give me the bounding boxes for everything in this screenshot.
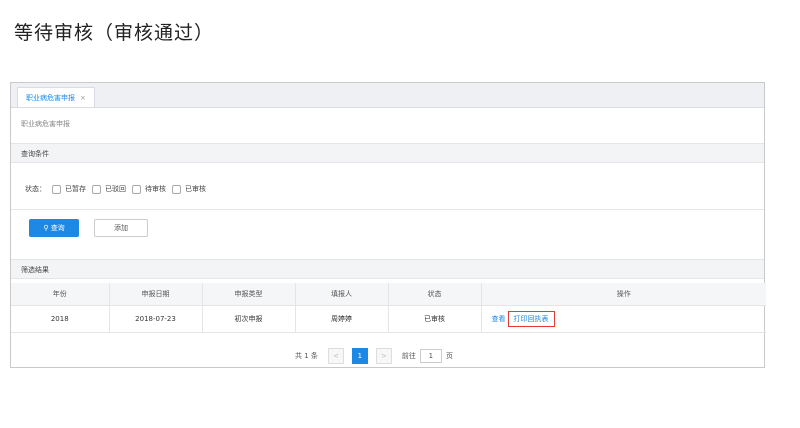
cell-status: 已审核: [388, 305, 482, 333]
option-label-0: 已暂存: [65, 185, 86, 193]
checkbox-option-2[interactable]: [132, 184, 141, 194]
cell-type: 初次申报: [202, 305, 296, 333]
next-page-button[interactable]: >: [375, 348, 392, 364]
divider: [11, 209, 764, 210]
cell-actions: 查看 打印回执表: [481, 305, 766, 333]
print-receipt-highlight: 打印回执表: [507, 311, 555, 327]
column-header-date: 申报日期: [109, 283, 203, 306]
checkbox-option-1[interactable]: [92, 184, 101, 194]
query-button-label: 查询: [50, 224, 65, 232]
current-page[interactable]: 1: [351, 348, 368, 364]
table-row: 2018 2018-07-23 初次申报 周婷婷 已审核 查看 打印回执表: [11, 305, 766, 333]
page-input[interactable]: 1: [419, 349, 442, 363]
page-unit: 页: [445, 352, 453, 360]
results-panel-title: 筛选结果: [11, 259, 764, 279]
cell-date: 2018-07-23: [109, 305, 203, 333]
results-table: 年份 申报日期 申报类型 填报人 状态 操作 2018 2018-07-23 初…: [11, 283, 766, 333]
status-filter: 状态： 已暂存 已驳回 待审核 已审核: [25, 183, 206, 195]
checkbox-option-0[interactable]: [52, 184, 61, 194]
tab-bar: 职业病危害申报 ×: [11, 83, 764, 108]
checkbox-option-3[interactable]: [172, 184, 181, 194]
column-header-actions: 操作: [481, 283, 766, 306]
option-label-3: 已审核: [185, 185, 206, 193]
table-header-row: 年份 申报日期 申报类型 填报人 状态 操作: [11, 283, 766, 306]
prev-page-button[interactable]: <: [327, 348, 344, 364]
cell-filler: 周婷婷: [295, 305, 389, 333]
query-panel-title: 查询条件: [11, 143, 764, 163]
column-header-year: 年份: [11, 283, 110, 306]
column-header-type: 申报类型: [202, 283, 296, 306]
close-icon[interactable]: ×: [80, 94, 86, 102]
total-count: 共 1 条: [295, 352, 318, 360]
query-button[interactable]: ⚲ 查询: [29, 219, 79, 237]
status-label: 状态：: [25, 185, 46, 193]
app-window: 职业病危害申报 × 职业病危害申报 查询条件 状态： 已暂存 已驳回 待审核 已审…: [10, 82, 766, 368]
breadcrumb: 职业病危害申报: [21, 120, 70, 128]
print-receipt-link[interactable]: 打印回执表: [514, 315, 549, 323]
tab-declaration[interactable]: 职业病危害申报 ×: [17, 87, 95, 107]
column-header-filler: 填报人: [295, 283, 389, 306]
add-button[interactable]: 添加: [94, 219, 148, 237]
page-heading: 等待审核（审核通过）: [14, 22, 215, 44]
pagination: 共 1 条 < 1 > 前往 1 页: [295, 348, 453, 364]
search-icon: ⚲: [43, 224, 49, 232]
view-link[interactable]: 查看: [492, 315, 506, 323]
goto-label: 前往: [401, 352, 416, 360]
option-label-2: 待审核: [145, 185, 166, 193]
column-header-status: 状态: [388, 283, 482, 306]
tab-label: 职业病危害申报: [26, 94, 75, 102]
cell-year: 2018: [11, 305, 110, 333]
option-label-1: 已驳回: [105, 185, 126, 193]
